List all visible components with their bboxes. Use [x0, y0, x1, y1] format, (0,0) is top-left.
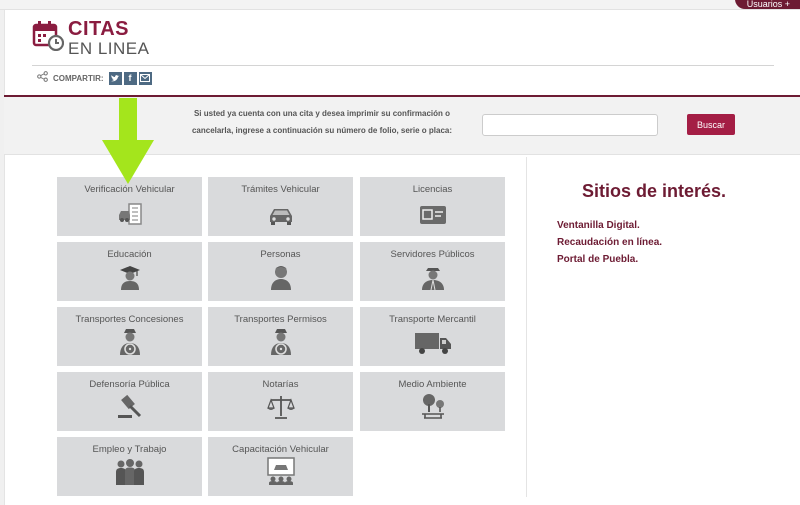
folio-search-input[interactable] [482, 114, 658, 136]
driver-icon [118, 327, 142, 360]
tile-label: Servidores Públicos [390, 249, 475, 260]
search-instructions-line-1: Si usted ya cuenta con una cita y desea … [193, 109, 451, 118]
search-instructions: Si usted ya cuenta con una cita y desea … [172, 105, 472, 139]
tile-educacion[interactable]: Educación [57, 242, 202, 301]
tile-label: Empleo y Trabajo [92, 444, 167, 455]
logo-line-2: EN LINEA [68, 39, 150, 58]
citas-en-linea-logo[interactable]: CITAS EN LINEA [32, 19, 149, 57]
tile-transporte-mercantil[interactable]: Transporte Mercantil [360, 307, 505, 366]
tile-licencias[interactable]: Licencias [360, 177, 505, 236]
link-ventanilla-digital[interactable]: Ventanilla Digital. [557, 217, 662, 234]
tile-medio-ambiente[interactable]: Medio Ambiente [360, 372, 505, 431]
link-recaudacion-en-linea[interactable]: Recaudación en línea. [557, 234, 662, 251]
scales-icon [266, 394, 296, 425]
sites-of-interest-title: Sitios de interés. [582, 181, 727, 201]
tile-transportes-concesiones[interactable]: Transportes Concesiones [57, 307, 202, 366]
search-instructions-line-2: cancelarla, ingrese a continuación su nú… [191, 126, 453, 135]
share-bar: COMPARTIR: f [37, 69, 152, 87]
share-icon [37, 69, 48, 87]
tile-label: Trámites Vehicular [241, 184, 320, 195]
twitter-icon[interactable] [108, 71, 122, 85]
sites-of-interest-list: Ventanilla Digital. Recaudación en línea… [557, 217, 662, 268]
logo-text: CITAS EN LINEA [68, 19, 149, 57]
driver-icon [269, 327, 293, 360]
calendar-clock-icon [32, 19, 65, 52]
car-icon [267, 207, 295, 230]
vehicle-inspection-icon [117, 203, 143, 230]
tile-label: Transportes Permisos [234, 314, 327, 325]
header-divider [32, 65, 774, 66]
email-icon[interactable] [138, 71, 152, 85]
tile-defensoria-publica[interactable]: Defensoría Pública [57, 372, 202, 431]
team-icon [114, 457, 146, 490]
link-portal-de-puebla[interactable]: Portal de Puebla. [557, 251, 662, 268]
page: Usuarios + CITAS EN LINEA COMPARTIR: f S… [0, 0, 800, 505]
green-arrow-icon [102, 98, 154, 189]
tile-label: Educación [107, 249, 152, 260]
tile-servidores-publicos[interactable]: Servidores Públicos [360, 242, 505, 301]
tile-empleo-y-trabajo[interactable]: Empleo y Trabajo [57, 437, 202, 496]
truck-icon [414, 331, 452, 360]
graduate-icon [118, 264, 142, 295]
person-icon [269, 264, 293, 295]
buscar-button[interactable]: Buscar [687, 114, 735, 135]
tile-label: Medio Ambiente [398, 379, 467, 390]
tile-label: Licencias [412, 184, 453, 195]
tile-label: Transporte Mercantil [389, 314, 476, 325]
tile-notarias[interactable]: Notarías [208, 372, 353, 431]
tile-label: Defensoría Pública [89, 379, 170, 390]
top-bar: Usuarios + [0, 0, 800, 10]
environment-icon [418, 392, 448, 425]
license-card-icon [419, 205, 447, 230]
tile-label: Capacitación Vehicular [232, 444, 329, 455]
tile-tramites-vehicular[interactable]: Trámites Vehicular [208, 177, 353, 236]
tile-label: Personas [260, 249, 301, 260]
tile-label: Transportes Concesiones [75, 314, 184, 325]
gavel-icon [116, 394, 144, 425]
facebook-icon[interactable]: f [123, 71, 137, 85]
tile-capacitacion-vehicular[interactable]: Capacitación Vehicular [208, 437, 353, 496]
usuarios-menu-button[interactable]: Usuarios + [734, 0, 800, 9]
tile-label: Notarías [262, 379, 299, 390]
vehicle-training-icon [266, 457, 295, 490]
tile-personas[interactable]: Personas [208, 242, 353, 301]
logo-line-1: CITAS [68, 18, 130, 40]
tile-transportes-permisos[interactable]: Transportes Permisos [208, 307, 353, 366]
column-divider [526, 157, 527, 497]
share-label: COMPARTIR: [53, 73, 104, 83]
public-servant-icon [420, 264, 446, 295]
